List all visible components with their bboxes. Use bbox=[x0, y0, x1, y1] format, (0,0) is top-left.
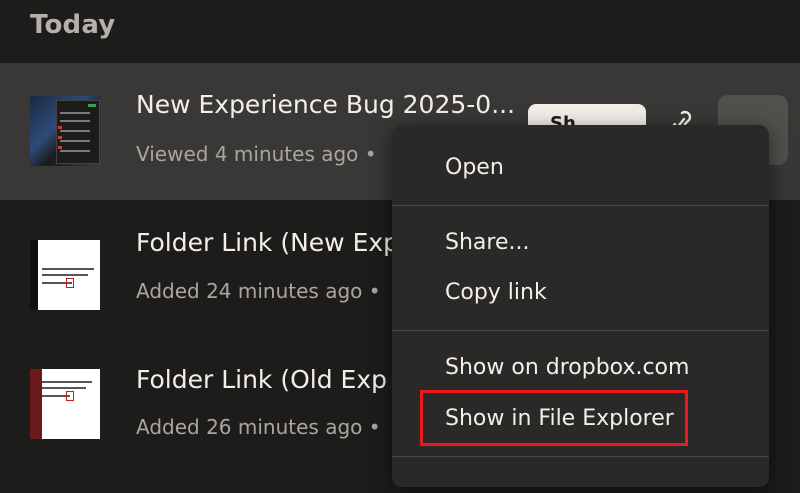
menu-item-open[interactable]: Open bbox=[445, 155, 504, 180]
file-thumbnail bbox=[30, 96, 100, 166]
file-name[interactable]: Folder Link (Old Exp bbox=[136, 365, 387, 394]
menu-item-copy-link[interactable]: Copy link bbox=[445, 280, 547, 305]
file-thumbnail bbox=[30, 240, 100, 310]
file-meta: Added 26 minutes ago • bbox=[136, 415, 381, 439]
highlight-annotation bbox=[420, 390, 688, 446]
menu-divider bbox=[392, 330, 769, 331]
context-menu: Open Share... Copy link Show on dropbox.… bbox=[392, 125, 769, 487]
file-name[interactable]: New Experience Bug 2025-0... bbox=[136, 90, 515, 119]
recent-files-view: Today New Experience Bug 2025-0... Viewe… bbox=[0, 0, 800, 493]
file-name[interactable]: Folder Link (New Exp bbox=[136, 228, 399, 257]
menu-item-show-on-dropbox[interactable]: Show on dropbox.com bbox=[445, 355, 689, 380]
file-meta: Added 24 minutes ago • bbox=[136, 279, 381, 303]
menu-divider bbox=[392, 456, 769, 457]
menu-item-share[interactable]: Share... bbox=[445, 230, 529, 255]
menu-divider bbox=[392, 205, 769, 206]
file-meta: Viewed 4 minutes ago • bbox=[136, 142, 377, 166]
section-header-today: Today bbox=[30, 10, 116, 40]
file-thumbnail bbox=[30, 369, 100, 439]
